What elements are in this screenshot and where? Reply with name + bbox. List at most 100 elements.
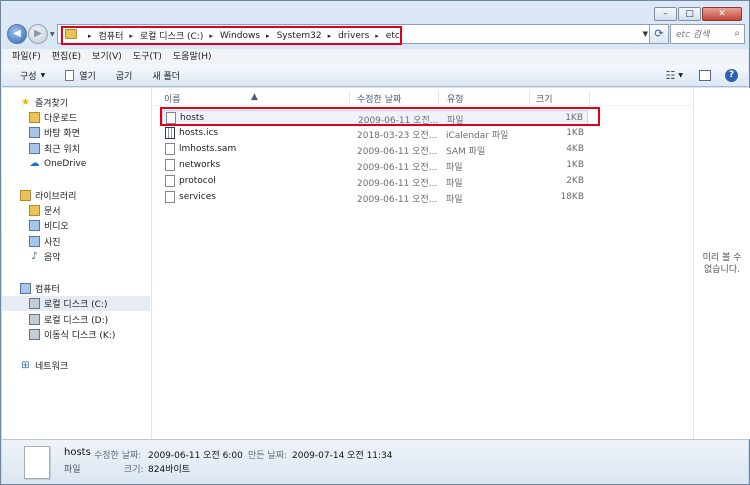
nav-item-label: 비디오 xyxy=(44,222,69,232)
nav-item-local-disk-c[interactable]: 로컬 디스크 (C:) xyxy=(2,296,150,311)
file-date: 2009-06-11 오전... xyxy=(357,147,438,157)
column-name[interactable]: 이름 xyxy=(164,92,181,105)
column-divider[interactable] xyxy=(438,90,439,104)
search-box[interactable]: ⌕ xyxy=(670,24,745,44)
file-type: 파일 xyxy=(446,163,463,173)
burn-label: 굽기 xyxy=(115,72,133,82)
file-row-protocol[interactable]: protocol 2009-06-11 오전... 파일 2KB xyxy=(162,174,588,189)
nav-favorites[interactable]: ★ 즐겨찾기 xyxy=(20,95,168,110)
file-date: 2018-03-23 오전... xyxy=(357,131,438,141)
nav-computer-label: 컴퓨터 xyxy=(35,285,60,295)
large-file-icon xyxy=(24,446,50,479)
view-options-icon[interactable]: ☷ xyxy=(666,69,676,82)
column-divider[interactable] xyxy=(529,90,530,104)
menu-edit[interactable]: 편집(E) xyxy=(52,49,81,65)
address-bar[interactable]: ▸ 컴퓨터 ▸ 로컬 디스크 (C:) ▸ Windows ▸ System32… xyxy=(57,24,653,45)
forward-arrow-icon: ▶ xyxy=(34,28,42,39)
window-controls: – □ ✕ xyxy=(653,7,742,21)
file-name: hosts.ics xyxy=(179,128,219,138)
column-size[interactable]: 크기 xyxy=(536,92,553,105)
file-row-networks[interactable]: networks 2009-06-11 오전... 파일 1KB xyxy=(162,158,588,173)
back-button[interactable]: ◀ xyxy=(7,24,27,44)
refresh-button[interactable]: ⟳ xyxy=(649,24,669,44)
file-row-services[interactable]: services 2009-06-11 오전... 파일 18KB xyxy=(162,190,588,205)
drive-icon xyxy=(29,314,40,325)
pictures-icon xyxy=(29,236,40,247)
nav-item-label: 로컬 디스크 (C:) xyxy=(44,300,108,310)
calendar-file-icon xyxy=(165,127,175,139)
organize-button[interactable]: 구성 ▼ xyxy=(20,69,45,82)
forward-button[interactable]: ▶ xyxy=(28,24,48,44)
search-icon[interactable]: ⌕ xyxy=(734,28,740,39)
column-divider[interactable] xyxy=(589,90,590,104)
recent-places-icon xyxy=(29,143,40,154)
nav-computer[interactable]: 컴퓨터 xyxy=(20,281,168,296)
file-row-lmhosts-sam[interactable]: lmhosts.sam 2009-06-11 오전... SAM 파일 4KB xyxy=(162,142,588,157)
file-type: SAM 파일 xyxy=(446,147,486,157)
desktop-icon xyxy=(29,127,40,138)
preview-message: 미리 볼 수 없습니다. xyxy=(694,252,750,276)
address-dropdown-icon[interactable]: ▼ xyxy=(643,30,648,38)
menu-help[interactable]: 도움말(H) xyxy=(173,49,212,65)
star-icon: ★ xyxy=(21,97,30,108)
file-row-hosts-ics[interactable]: hosts.ics 2018-03-23 오전... iCalendar 파일 … xyxy=(162,126,588,141)
new-folder-label: 새 폴더 xyxy=(152,72,181,82)
file-size: 2KB xyxy=(566,176,584,186)
burn-button[interactable]: 굽기 xyxy=(116,69,133,82)
maximize-button[interactable]: □ xyxy=(678,7,701,21)
column-type[interactable]: 유형 xyxy=(447,92,464,105)
nav-network[interactable]: ⊞ 네트워크 xyxy=(20,358,168,373)
refresh-icon: ⟳ xyxy=(654,27,664,40)
nav-item-label: 바탕 화면 xyxy=(44,129,80,139)
music-icon: ♪ xyxy=(31,251,38,262)
menu-file[interactable]: 파일(F) xyxy=(12,49,41,65)
nav-item-label: 다운로드 xyxy=(44,114,78,124)
drive-icon xyxy=(29,298,40,309)
open-button[interactable]: 열기 xyxy=(65,69,96,82)
file-date: 2009-06-11 오전... xyxy=(357,163,438,173)
minimize-icon: – xyxy=(663,9,668,19)
details-size-label: 크기: xyxy=(124,465,144,475)
file-list: ▲ 이름 수정한 날짜 유형 크기 hosts 2009-06-11 오전...… xyxy=(153,88,693,439)
nav-item-label: OneDrive xyxy=(44,158,87,169)
details-pane: hosts 파일 수정한 날짜: 2009-06-11 오전 6:00 만든 날… xyxy=(2,439,748,484)
navigation-row: ◀ ▶ ▼ ▸ 컴퓨터 ▸ 로컬 디스크 (C:) ▸ Windows ▸ Sy… xyxy=(7,22,745,46)
column-date-modified[interactable]: 수정한 날짜 xyxy=(357,92,401,105)
file-icon xyxy=(165,159,175,171)
recent-pages-dropdown[interactable]: ▼ xyxy=(50,31,55,38)
search-input[interactable] xyxy=(676,26,732,43)
downloads-folder-icon xyxy=(29,112,40,123)
back-arrow-icon: ◀ xyxy=(13,28,21,39)
documents-icon xyxy=(29,205,40,216)
menu-view[interactable]: 보기(V) xyxy=(92,49,122,65)
nav-item-label: 사진 xyxy=(44,238,61,248)
details-created-label: 만든 날짜: xyxy=(248,451,288,461)
navigation-pane: ★ 즐겨찾기 다운로드 바탕 화면 최근 위치 ☁ OneDrive 라이브러리 문… xyxy=(2,88,152,439)
computer-icon xyxy=(20,283,31,294)
minimize-button[interactable]: – xyxy=(654,7,677,21)
close-icon: ✕ xyxy=(718,9,726,19)
new-folder-button[interactable]: 새 폴더 xyxy=(152,69,180,82)
nav-item-label: 로컬 디스크 (D:) xyxy=(44,316,109,326)
nav-item-label: 문서 xyxy=(44,207,61,217)
details-file-type: 파일 xyxy=(64,465,81,475)
maximize-icon: □ xyxy=(685,9,694,19)
preview-pane-button[interactable] xyxy=(699,70,711,81)
menu-tools[interactable]: 도구(T) xyxy=(133,49,162,65)
nav-network-label: 네트워크 xyxy=(35,362,69,372)
nav-libraries[interactable]: 라이브러리 xyxy=(20,188,168,203)
close-button[interactable]: ✕ xyxy=(702,7,742,21)
column-divider[interactable] xyxy=(349,90,350,104)
view-controls: ☷ ▼ ? xyxy=(666,69,738,82)
file-name: lmhosts.sam xyxy=(179,144,237,154)
content-area: ★ 즐겨찾기 다운로드 바탕 화면 최근 위치 ☁ OneDrive 라이브러리 문… xyxy=(2,88,750,439)
file-name: protocol xyxy=(179,176,216,186)
file-size: 1KB xyxy=(566,128,584,138)
file-name: services xyxy=(179,192,216,202)
hosts-highlight-box xyxy=(160,107,600,126)
nav-libraries-label: 라이브러리 xyxy=(35,192,77,202)
view-dropdown-icon[interactable]: ▼ xyxy=(678,72,683,79)
help-icon[interactable]: ? xyxy=(725,69,738,82)
nav-favorites-label: 즐겨찾기 xyxy=(35,99,69,109)
video-icon xyxy=(29,220,40,231)
